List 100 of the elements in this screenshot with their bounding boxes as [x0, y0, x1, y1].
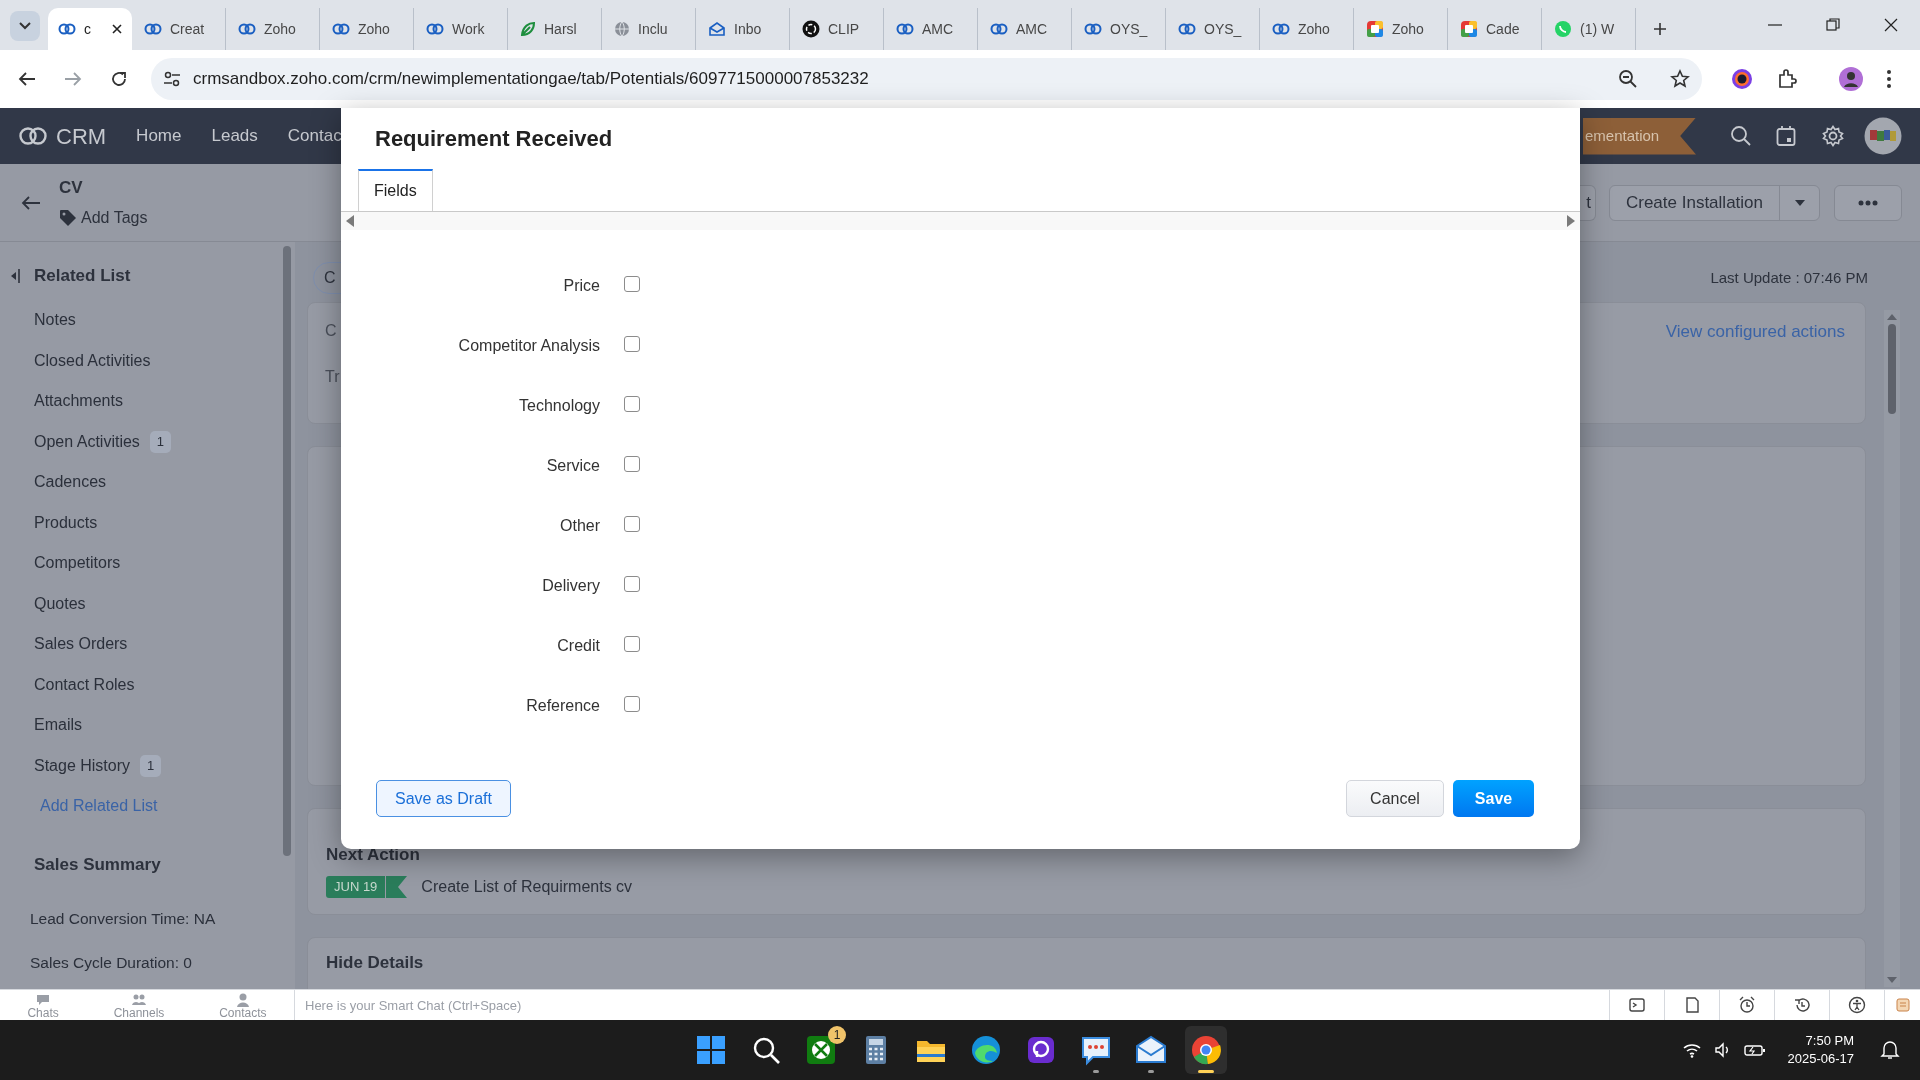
minimize-icon	[1768, 24, 1782, 26]
history-icon	[1793, 996, 1811, 1014]
browser-swirl-icon	[969, 1033, 1003, 1067]
terminal-icon	[1628, 996, 1646, 1014]
left-arrow-icon[interactable]	[346, 215, 354, 227]
smart-chat-field[interactable]: Here is your Smart Chat (Ctrl+Space)	[295, 989, 1609, 1020]
checkbox[interactable]	[624, 516, 640, 532]
rings-icon	[1084, 22, 1102, 36]
dialog-tab[interactable]: Fields	[358, 169, 433, 211]
caret-icon	[1794, 199, 1805, 206]
checkbox[interactable]	[624, 696, 640, 712]
profile-icon[interactable]	[1838, 66, 1864, 92]
running-indicator	[1148, 1070, 1154, 1073]
settings-icon[interactable]	[1822, 125, 1844, 147]
windows-icon	[694, 1033, 728, 1067]
restore-icon	[1825, 17, 1841, 33]
notification-badge: 1	[828, 1026, 846, 1044]
related-list-item[interactable]: Emails	[34, 713, 82, 738]
running-indicator	[1198, 1070, 1214, 1073]
more-vertical-icon[interactable]	[1886, 69, 1892, 89]
rings-icon	[1272, 22, 1290, 36]
scrollbar[interactable]	[1884, 310, 1900, 987]
scrollbar-thumb[interactable]	[283, 246, 291, 856]
close-icon	[1883, 17, 1899, 33]
related-list-item[interactable]: Attachments	[34, 389, 123, 414]
related-list-item[interactable]: Products	[34, 510, 98, 535]
close-icon[interactable]	[112, 24, 122, 34]
related-list-item[interactable]: Open Activities	[34, 429, 140, 454]
person-icon	[234, 992, 251, 1007]
related-list-item[interactable]: Competitors	[34, 551, 121, 576]
add-tags-link[interactable]: Add Tags	[59, 206, 148, 231]
nav-link[interactable]: Home	[136, 123, 182, 149]
tune-icon	[163, 71, 181, 87]
right-arrow-icon[interactable]	[1567, 215, 1575, 227]
zoom-icon[interactable]	[1618, 69, 1638, 89]
puzzle-icon[interactable]	[1776, 68, 1798, 90]
star-icon[interactable]	[1670, 69, 1690, 89]
related-list-item[interactable]: Contact Roles	[34, 672, 135, 697]
swirl-icon	[802, 20, 820, 38]
forward-icon	[64, 70, 82, 88]
horizontal-scrollbar[interactable]	[341, 211, 1580, 230]
field-label: C	[325, 321, 337, 341]
field-label: Technology	[518, 396, 600, 416]
checkbox[interactable]	[624, 276, 640, 292]
address-bar[interactable]: crmsandbox.zoho.com/crm/newimplementationgae/tab/Potentials/6097715000007853232	[151, 58, 1702, 100]
back-icon	[18, 70, 36, 88]
notification-icon[interactable]	[1880, 1040, 1900, 1060]
rings-icon	[332, 22, 350, 36]
wifi-icon	[1681, 1042, 1702, 1058]
checkbox[interactable]	[624, 396, 640, 412]
taskbar-chrome-button[interactable]	[1185, 1026, 1227, 1074]
section-heading: Related List	[34, 265, 131, 288]
save-as-draft-button[interactable]: Save as Draft	[376, 780, 511, 817]
people-icon	[131, 992, 147, 1007]
checkbox[interactable]	[624, 576, 640, 592]
summary-text: Lead Conversion Time: NA	[30, 909, 216, 930]
checkbox[interactable]	[624, 336, 640, 352]
related-list-item[interactable]: Stage History	[34, 753, 131, 778]
rings-icon	[144, 22, 162, 36]
rings-icon	[18, 125, 48, 147]
leaf-icon	[520, 21, 536, 37]
url-text: crmsandbox.zoho.com/crm/newimplementationgae/tab/Potentials/6097715000007853232	[193, 68, 870, 91]
checkbox[interactable]	[624, 636, 640, 652]
avatar-icon[interactable]	[1864, 117, 1902, 155]
calendar-icon[interactable]	[1776, 125, 1796, 147]
running-indicator	[1093, 1070, 1099, 1073]
checkbox[interactable]	[624, 456, 640, 472]
related-list-item[interactable]: Notes	[34, 308, 76, 333]
related-list-item[interactable]: Cadences	[34, 470, 107, 495]
related-list-item[interactable]: Sales Orders	[34, 632, 128, 657]
color-ring-icon[interactable]	[1730, 67, 1754, 91]
field-label: Reference	[525, 696, 600, 716]
nav-link[interactable]: Leads	[211, 123, 258, 149]
browser-tab[interactable]: c	[48, 8, 132, 50]
card-title: Hide Details	[326, 953, 424, 972]
tag-icon	[59, 209, 77, 228]
field-label: Delivery	[541, 576, 600, 596]
count-badge: 1	[140, 755, 162, 777]
alarm-icon	[1738, 996, 1756, 1014]
tab-search-button[interactable]	[10, 11, 40, 41]
note-icon	[1683, 996, 1701, 1014]
related-list-item[interactable]: Quotes	[34, 591, 86, 616]
count-badge: 1	[149, 431, 172, 453]
section-heading: Sales Summary	[33, 855, 162, 875]
field-label: Other	[559, 516, 600, 536]
card-title: Next Action	[326, 845, 421, 865]
clock-date: 2025-06-17	[1787, 1050, 1854, 1068]
nav-link[interactable]: Contac	[287, 123, 342, 149]
more-icon	[1858, 199, 1878, 206]
colorful-square-icon	[1460, 20, 1478, 38]
chat-bubble-icon	[1554, 20, 1572, 38]
field-label: Competitor Analysis	[457, 336, 600, 356]
search-icon[interactable]	[1730, 125, 1752, 147]
rings-icon	[896, 22, 914, 36]
scrollbar-thumb[interactable]	[1888, 324, 1896, 414]
cancel-button[interactable]: Cancel	[1346, 780, 1444, 817]
related-list-item[interactable]: Closed Activities	[34, 348, 151, 373]
battery-icon	[1743, 1043, 1766, 1057]
collapse-icon[interactable]	[10, 268, 20, 284]
flag-icon	[385, 876, 408, 898]
